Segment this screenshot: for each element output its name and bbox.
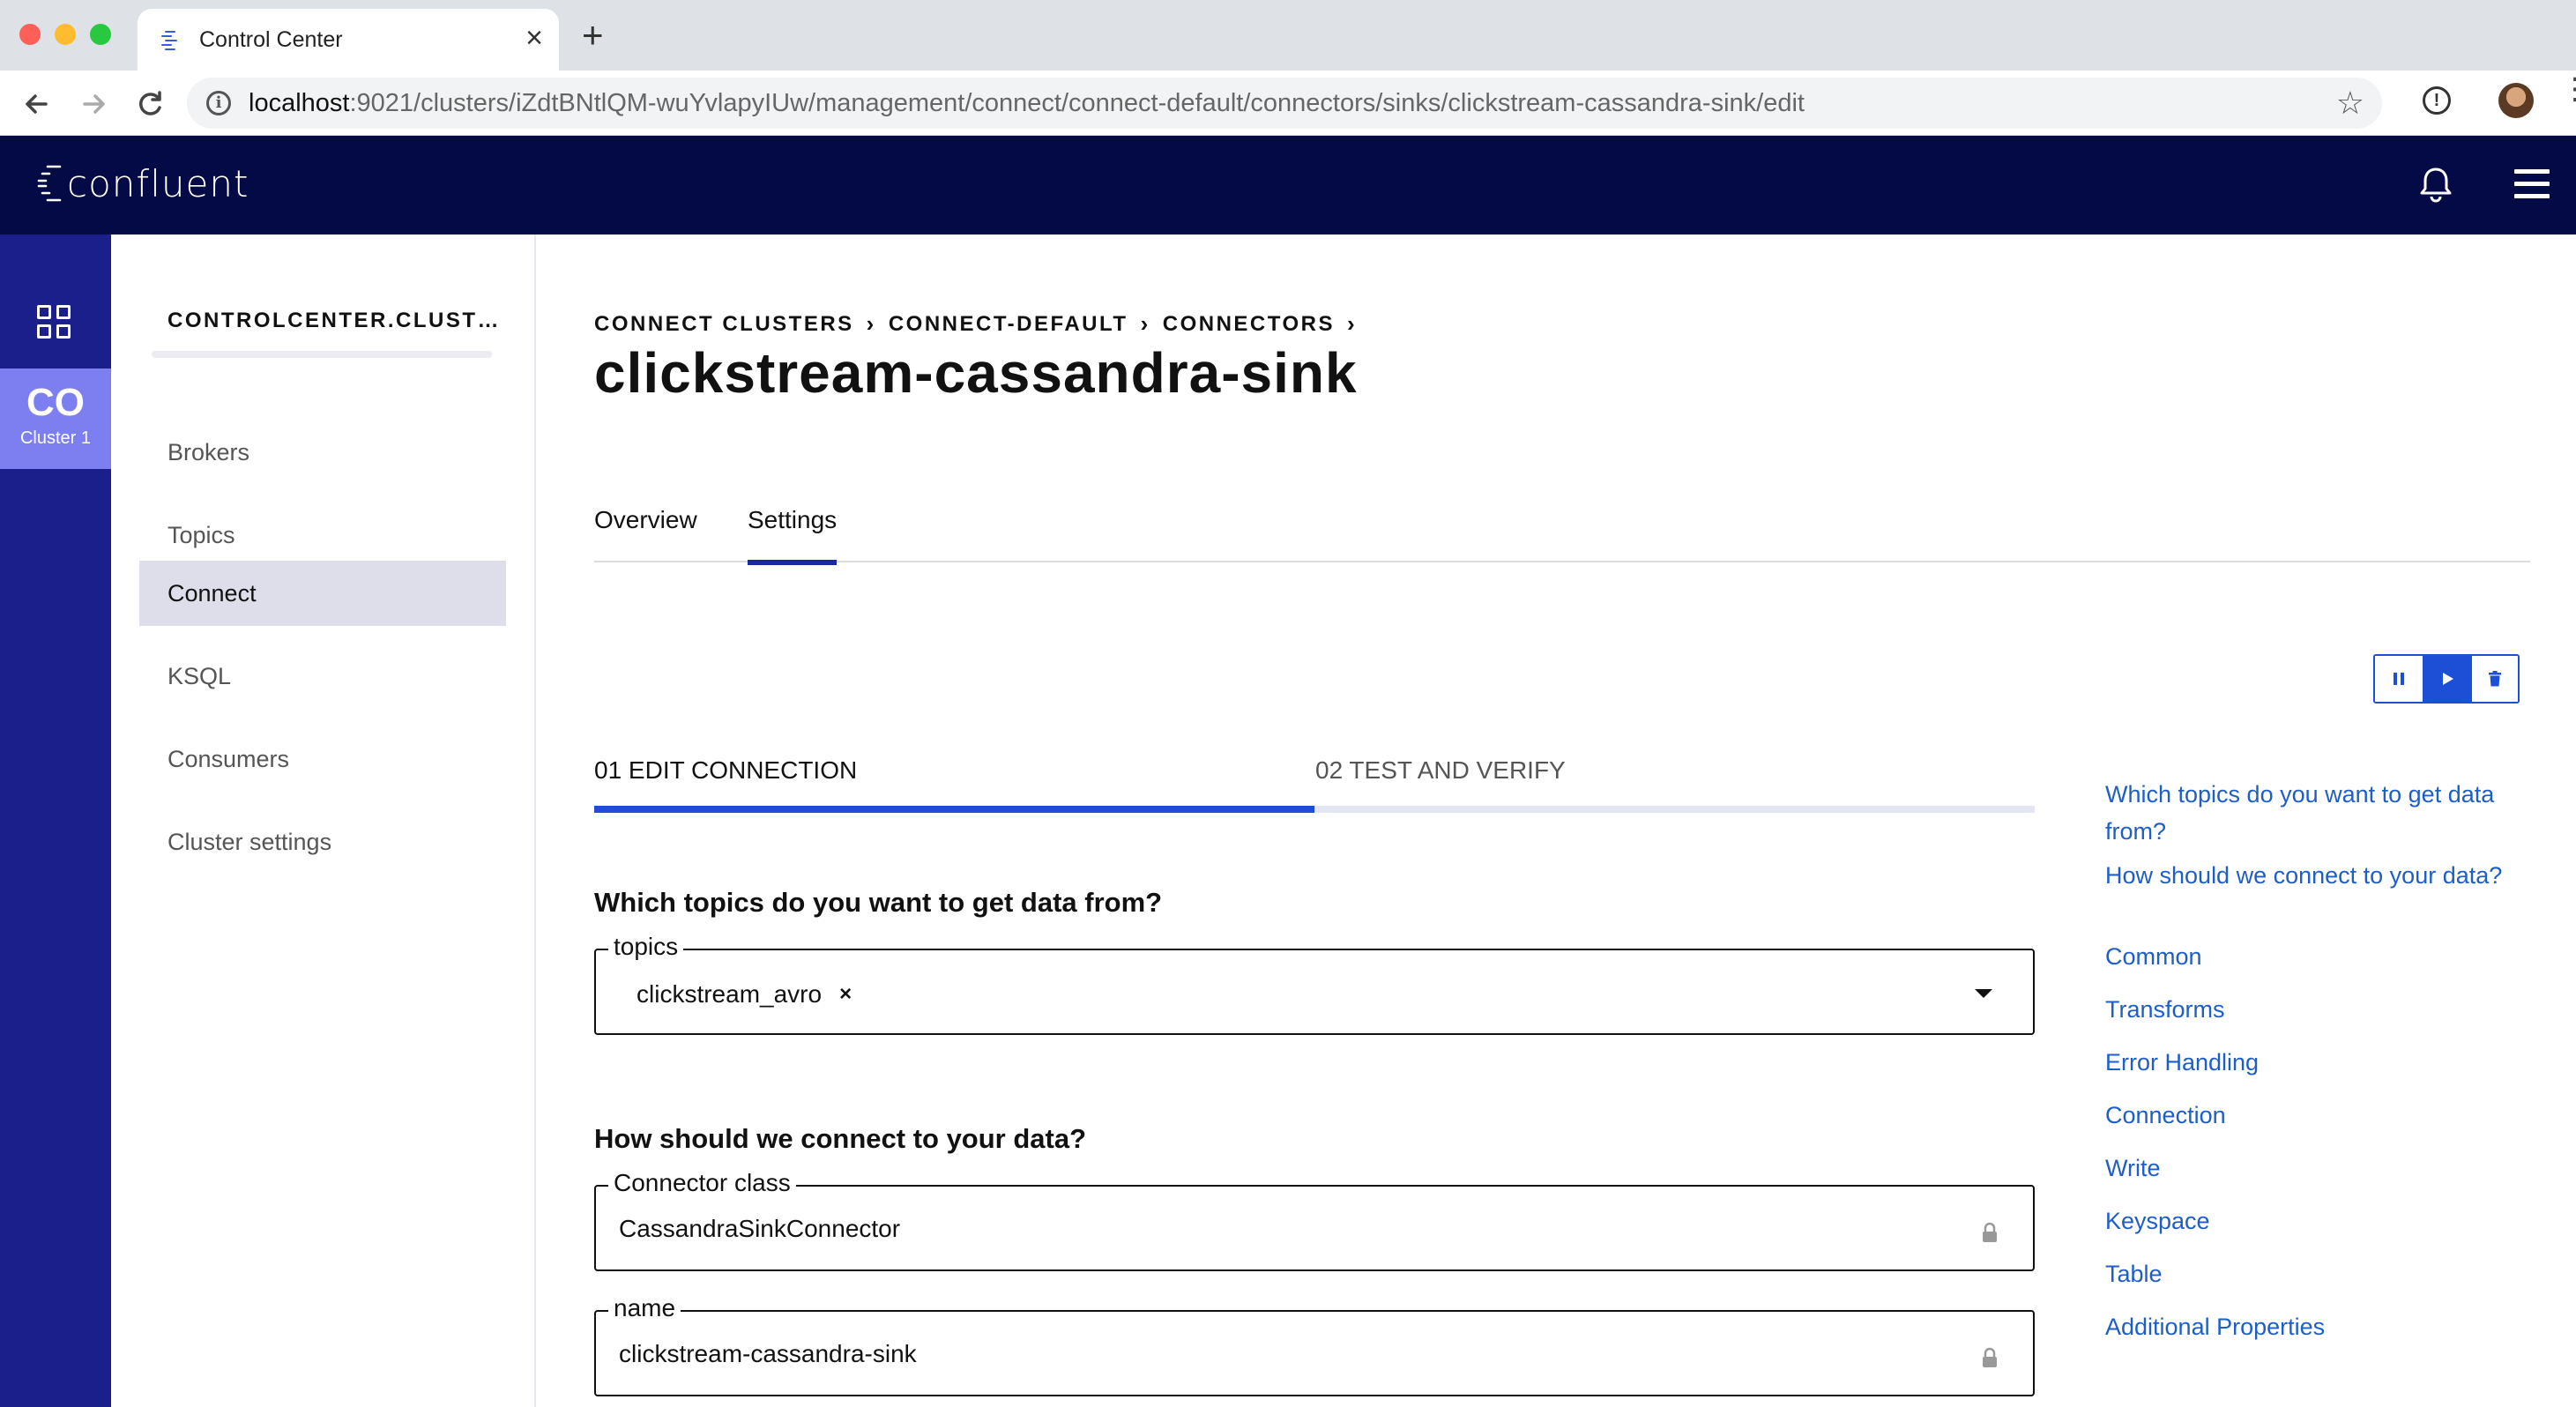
pause-icon: [2394, 673, 2404, 685]
close-tab-icon[interactable]: ×: [525, 23, 543, 53]
step-progress-fill: [594, 806, 1314, 813]
confluent-logo[interactable]: confluent: [37, 157, 249, 210]
cluster-tile[interactable]: CO Cluster 1: [0, 368, 111, 469]
caret-down-icon[interactable]: [1975, 989, 1992, 998]
cluster-rail: CO Cluster 1: [0, 234, 111, 1407]
kebab-menu-icon[interactable]: ⋮: [2560, 74, 2576, 104]
lock-icon: [1983, 1347, 1997, 1367]
reload-icon[interactable]: [132, 86, 168, 122]
confluent-logo-mark-icon: [37, 165, 62, 202]
sidebar-item-brokers[interactable]: Brokers: [139, 420, 506, 485]
address-bar[interactable]: i localhost:9021/clusters/iZdtBNtlQM-wuY…: [187, 78, 2382, 129]
tab-label: Overview: [594, 506, 697, 533]
field-label: name: [608, 1294, 681, 1322]
lock-icon: [1983, 1222, 1997, 1242]
hamburger-menu-icon[interactable]: [2514, 169, 2550, 198]
bell-icon[interactable]: [2416, 164, 2456, 205]
sidebar-cluster-heading: CONTROLCENTER.CLUST…: [168, 309, 501, 332]
url-text[interactable]: localhost:9021/clusters/iZdtBNtlQM-wuYvl…: [249, 89, 1805, 118]
delete-button[interactable]: [2470, 656, 2518, 702]
topic-chip: clickstream_avro ×: [637, 980, 852, 1009]
toc-link-table[interactable]: Table: [2105, 1255, 2546, 1292]
toc-link-write[interactable]: Write: [2105, 1150, 2546, 1187]
active-tab-indicator: [748, 560, 838, 565]
star-icon[interactable]: ☆: [2336, 85, 2364, 122]
tab-overview[interactable]: Overview: [594, 506, 697, 562]
step-progress-track: [594, 806, 2035, 813]
browser-toolbar: i localhost:9021/clusters/iZdtBNtlQM-wuY…: [0, 71, 2576, 136]
breadcrumb-connect-clusters[interactable]: CONNECT CLUSTERS: [594, 312, 854, 337]
page-title: clickstream-cassandra-sink: [594, 341, 1358, 405]
topics-section-heading: Which topics do you want to get data fro…: [594, 887, 1163, 918]
breadcrumb: CONNECT CLUSTERS › CONNECT-DEFAULT › CON…: [594, 310, 1369, 338]
topics-select[interactable]: topics clickstream_avro ×: [594, 933, 2035, 1035]
pause-button[interactable]: [2375, 656, 2423, 702]
maximize-window-button[interactable]: [90, 24, 111, 45]
toc-link-keyspace[interactable]: Keyspace: [2105, 1202, 2546, 1240]
play-icon: [2443, 673, 2453, 685]
sidebar-item-cluster-settings[interactable]: Cluster settings: [139, 809, 506, 875]
new-tab-button[interactable]: +: [582, 17, 604, 54]
connector-class-field[interactable]: Connector class CassandraSinkConnector: [594, 1169, 2035, 1271]
confluent-favicon-icon: [161, 31, 177, 50]
toc-link-topics[interactable]: Which topics do you want to get data fro…: [2105, 776, 2546, 850]
logo-text: confluent: [67, 161, 249, 205]
step-test-and-verify[interactable]: 02 TEST AND VERIFY: [1315, 756, 1566, 785]
chip-remove-icon[interactable]: ×: [839, 982, 852, 1007]
profile-avatar[interactable]: [2498, 83, 2534, 118]
cluster-name: Cluster 1: [19, 428, 92, 448]
info-icon[interactable]: i: [206, 91, 231, 115]
main-content: CONNECT CLUSTERS › CONNECT-DEFAULT › CON…: [538, 234, 2576, 1407]
breadcrumb-connectors[interactable]: CONNECTORS: [1163, 312, 1335, 337]
minimize-window-button[interactable]: [55, 24, 76, 45]
name-field[interactable]: name clickstream-cassandra-sink: [594, 1294, 2035, 1396]
toc-link-error-handling[interactable]: Error Handling: [2105, 1044, 2546, 1081]
breadcrumb-separator: ›: [1346, 310, 1358, 337]
sidebar-item-connect[interactable]: Connect: [139, 561, 506, 626]
toc-link-transforms[interactable]: Transforms: [2105, 991, 2546, 1028]
sidebar: CONTROLCENTER.CLUST… Brokers Topics Conn…: [111, 234, 536, 1407]
toc-link-connection-data[interactable]: How should we connect to your data?: [2105, 857, 2546, 894]
sidebar-item-topics[interactable]: Topics: [139, 502, 506, 568]
tab-settings[interactable]: Settings: [748, 506, 838, 565]
sidebar-item-ksql[interactable]: KSQL: [139, 644, 506, 709]
name-value: clickstream-cassandra-sink: [619, 1340, 917, 1367]
browser-tab[interactable]: Control Center ×: [138, 9, 559, 71]
back-icon[interactable]: [19, 86, 55, 122]
grid-icon[interactable]: [37, 305, 71, 339]
app-header: confluent: [0, 136, 2576, 234]
sidebar-item-consumers[interactable]: Consumers: [139, 726, 506, 792]
breadcrumb-separator: ›: [866, 310, 876, 337]
cluster-abbreviation: CO: [26, 381, 85, 424]
divider: [152, 351, 492, 358]
toc-link-common[interactable]: Common: [2105, 938, 2546, 975]
tab-bar: Overview Settings: [594, 506, 2530, 565]
trash-icon: [2489, 671, 2501, 687]
chip-label: clickstream_avro: [637, 980, 823, 1008]
toc-link-additional-properties[interactable]: Additional Properties: [2105, 1308, 2546, 1345]
breadcrumb-connect-default[interactable]: CONNECT-DEFAULT: [889, 312, 1128, 337]
extension-icon[interactable]: !: [2423, 86, 2451, 115]
tab-label: Settings: [748, 506, 838, 533]
connector-action-group: [2373, 654, 2520, 704]
connector-class-value: CassandraSinkConnector: [619, 1215, 901, 1242]
breadcrumb-separator: ›: [1140, 310, 1150, 337]
field-label: topics: [608, 933, 684, 961]
forward-icon[interactable]: [76, 86, 111, 122]
resume-button[interactable]: [2423, 656, 2470, 702]
close-window-button[interactable]: [19, 24, 41, 45]
toc-link-connection[interactable]: Connection: [2105, 1097, 2546, 1134]
browser-tab-strip: Control Center × +: [0, 0, 2576, 71]
field-label: Connector class: [608, 1169, 796, 1197]
browser-tab-title: Control Center: [199, 27, 343, 52]
step-edit-connection[interactable]: 01 EDIT CONNECTION: [594, 756, 857, 785]
connect-section-heading: How should we connect to your data?: [594, 1123, 1087, 1154]
